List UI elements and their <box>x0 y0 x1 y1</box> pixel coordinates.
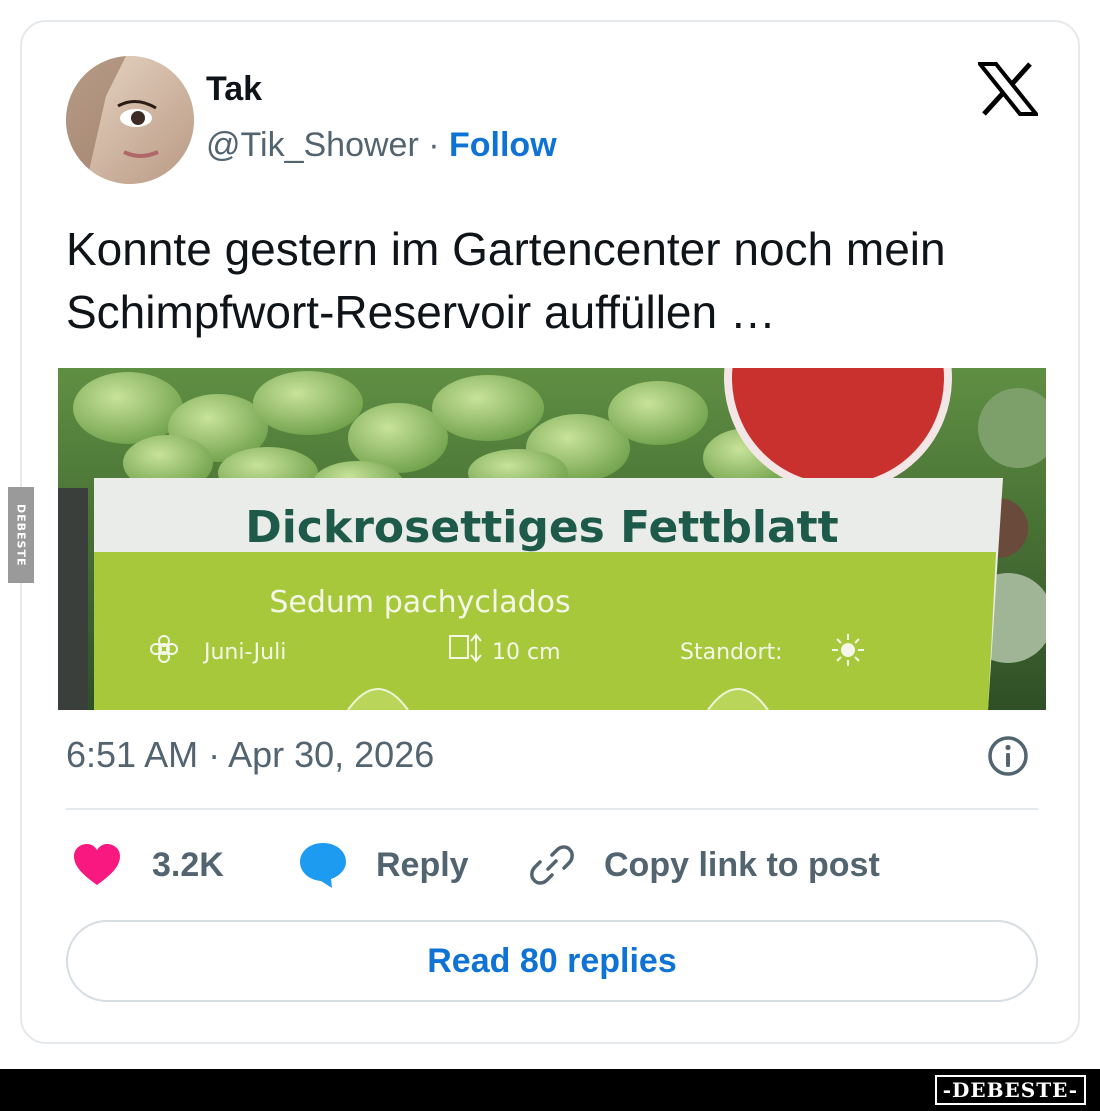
tweet-media-image[interactable]: Dickrosettiges Fettblatt Sedum pachyclad… <box>58 368 1046 710</box>
info-icon[interactable] <box>986 734 1030 778</box>
handle-separator: · <box>428 126 440 164</box>
follow-link[interactable]: Follow <box>449 126 557 164</box>
reply-label: Reply <box>376 845 469 884</box>
read-replies-button[interactable]: Read 80 replies <box>66 920 1038 1002</box>
author-handle[interactable]: @Tik_Shower <box>206 126 419 164</box>
copy-link-button[interactable]: Copy link to post <box>528 840 880 890</box>
tweet-card: Tak @Tik_Shower · Follow Konnte gestern … <box>20 20 1080 1044</box>
avatar-image <box>66 56 194 184</box>
x-logo-icon[interactable] <box>978 62 1038 116</box>
copy-link-label: Copy link to post <box>604 845 880 884</box>
like-button[interactable]: 3.2K <box>72 840 224 890</box>
author-name[interactable]: Tak <box>206 70 262 109</box>
bottom-watermark-bar: -DEBESTE- <box>0 1069 1100 1111</box>
tweet-text: Konnte gestern im Gartencenter noch mein… <box>66 223 946 338</box>
plant-location-label: Standort: <box>680 640 783 665</box>
plant-bloom-period: Juni-Juli <box>202 640 286 665</box>
plant-height: 10 cm <box>492 640 561 665</box>
bottom-watermark: -DEBESTE- <box>934 1075 1086 1105</box>
author-handle-row: @Tik_Shower · Follow <box>206 126 557 165</box>
reply-button[interactable]: Reply <box>298 840 469 890</box>
speech-bubble-icon <box>300 843 346 888</box>
tweet-timestamp[interactable]: 6:51 AM · Apr 30, 2026 <box>66 734 434 776</box>
divider <box>66 808 1038 810</box>
plant-common-name: Dickrosettiges Fettblatt <box>245 502 838 553</box>
link-icon <box>530 845 574 885</box>
plant-label-photo: Dickrosettiges Fettblatt Sedum pachyclad… <box>58 368 1046 710</box>
side-watermark: DEBESTE <box>8 487 34 583</box>
like-count: 3.2K <box>152 845 224 884</box>
author-avatar[interactable] <box>66 56 194 184</box>
plant-latin-name: Sedum pachyclados <box>269 585 570 620</box>
heart-icon <box>74 844 120 885</box>
